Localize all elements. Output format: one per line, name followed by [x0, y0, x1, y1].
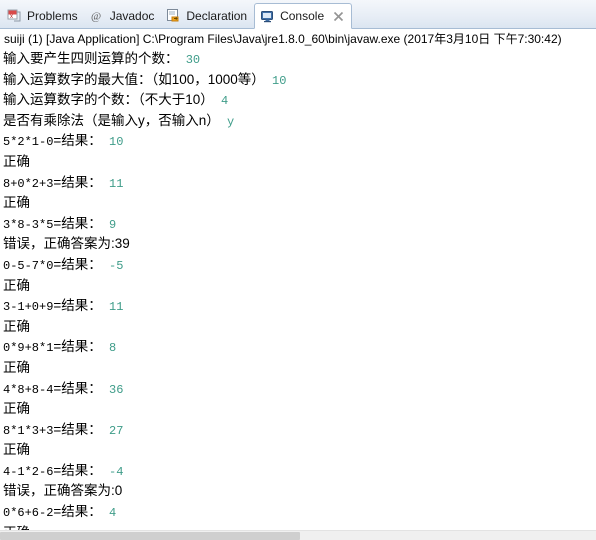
expression: 3*8-3*5 — [3, 217, 54, 232]
user-answer-value: 4 — [101, 506, 117, 521]
console-prompt-line: 输入运算数字的个数：（不大于10） 4 — [3, 90, 596, 111]
problem-line: 4*8+8-4=结果： 36 — [3, 379, 596, 400]
verdict-line: 错误，正确答案为:39 — [3, 234, 596, 255]
problems-icon: x — [7, 8, 22, 23]
expression: 0-5-7*0 — [3, 258, 54, 273]
expression: 8+0*2+3 — [3, 176, 54, 191]
console-output[interactable]: 输入要产生四则运算的个数： 30 输入运算数字的最大值：（如100，1000等） … — [0, 49, 596, 530]
prompt-text: 输入运算数字的个数：（不大于10） — [3, 92, 214, 108]
result-label: =结果： — [53, 298, 102, 314]
expression: 0*9+8*1 — [3, 341, 54, 356]
verdict-text: 错误，正确答案为:0 — [3, 483, 123, 499]
prompt-text: 输入要产生四则运算的个数： — [3, 51, 179, 66]
javadoc-icon: @ — [90, 8, 105, 23]
declaration-icon — [166, 8, 181, 23]
user-answer-value: 27 — [101, 423, 124, 438]
problem-line: 4-1*2-6=结果： -4 — [3, 461, 596, 482]
scrollbar-thumb[interactable] — [0, 532, 300, 540]
verdict-text: 正确 — [3, 442, 30, 458]
expression: 5*2*1-0 — [3, 135, 54, 150]
user-answer-value: 36 — [101, 382, 124, 397]
svg-text:x: x — [10, 14, 13, 20]
problem-line: 3*8-3*5=结果： 9 — [3, 214, 596, 235]
verdict-text: 正确 — [3, 318, 30, 334]
user-input-value: y — [219, 114, 235, 129]
horizontal-scrollbar[interactable] — [0, 530, 596, 540]
verdict-line: 正确 — [3, 152, 596, 173]
verdict-text: 正确 — [3, 277, 30, 293]
result-label: =结果： — [53, 380, 102, 396]
problem-line: 3-1+0+9=结果： 11 — [3, 296, 596, 317]
expression: 8*1*3+3 — [3, 423, 54, 438]
user-answer-value: -4 — [101, 464, 124, 479]
user-answer-value: 9 — [101, 217, 117, 232]
user-answer-value: 11 — [101, 176, 124, 191]
verdict-text: 正确 — [3, 195, 30, 211]
tab-declaration[interactable]: Declaration — [161, 3, 254, 28]
expression: 4*8+8-4 — [3, 382, 54, 397]
user-answer-value: 8 — [101, 341, 117, 356]
tab-label: Console — [280, 9, 325, 23]
tab-javadoc[interactable]: @ Javadoc — [85, 3, 162, 28]
verdict-line: 正确 — [3, 358, 596, 379]
tab-label: Declaration — [186, 8, 248, 23]
verdict-text: 正确 — [3, 153, 30, 169]
verdict-text: 正确 — [3, 359, 30, 375]
prompt-text: 是否有乘除法（是输入y，否输入n） — [3, 112, 220, 128]
verdict-line: 正确 — [3, 399, 596, 420]
verdict-line: 正确 — [3, 440, 596, 461]
expression: 0*6+6-2 — [3, 506, 54, 521]
user-answer-value: -5 — [101, 258, 124, 273]
verdict-line: 正确 — [3, 276, 596, 297]
result-label: =结果： — [53, 256, 102, 272]
close-icon[interactable] — [333, 11, 344, 22]
verdict-line: 正确 — [3, 523, 596, 530]
tab-console[interactable]: Console — [254, 3, 353, 29]
tab-problems[interactable]: x Problems — [2, 3, 85, 28]
expression: 3-1+0+9 — [3, 300, 54, 315]
verdict-line: 正确 — [3, 317, 596, 338]
verdict-line: 正确 — [3, 193, 596, 214]
view-tabbar: x Problems @ Javadoc Declaration Console — [0, 0, 596, 29]
console-icon — [260, 9, 275, 24]
result-label: =结果： — [53, 421, 102, 437]
eclipse-console-view: x Problems @ Javadoc Declaration Console… — [0, 0, 596, 540]
problem-line: 0*9+8*1=结果： 8 — [3, 337, 596, 358]
result-label: =结果： — [53, 339, 102, 355]
user-input-value: 10 — [264, 73, 287, 88]
console-prompt-line: 输入运算数字的最大值：（如100，1000等） 10 — [3, 70, 596, 91]
verdict-text: 错误，正确答案为:39 — [3, 236, 130, 252]
prompt-text: 输入运算数字的最大值：（如100，1000等） — [3, 71, 265, 87]
problem-line: 8*1*3+3=结果： 27 — [3, 420, 596, 441]
expression: 4-1*2-6 — [3, 464, 54, 479]
result-label: =结果： — [53, 504, 102, 520]
console-launch-header: suiji (1) [Java Application] C:\Program … — [0, 29, 596, 49]
tab-label: Javadoc — [109, 8, 155, 23]
user-input-value: 4 — [213, 94, 229, 109]
user-answer-value: 10 — [101, 135, 124, 150]
problem-line: 0*6+6-2=结果： 4 — [3, 502, 596, 523]
result-label: =结果： — [53, 462, 102, 478]
verdict-text: 正确 — [3, 401, 30, 417]
result-label: =结果： — [53, 133, 102, 149]
problem-line: 5*2*1-0=结果： 10 — [3, 131, 596, 152]
user-answer-value: 11 — [101, 300, 124, 315]
svg-text:@: @ — [91, 11, 101, 23]
problem-line: 0-5-7*0=结果： -5 — [3, 255, 596, 276]
result-label: =结果： — [53, 215, 102, 231]
console-prompt-line: 是否有乘除法（是输入y，否输入n） y — [3, 111, 596, 132]
tab-label: Problems — [27, 8, 78, 23]
result-label: =结果： — [53, 174, 102, 190]
verdict-line: 错误，正确答案为:0 — [3, 481, 596, 502]
problem-line: 8+0*2+3=结果： 11 — [3, 173, 596, 194]
console-prompt-line: 输入要产生四则运算的个数： 30 — [3, 49, 596, 70]
user-input-value: 30 — [178, 53, 201, 67]
